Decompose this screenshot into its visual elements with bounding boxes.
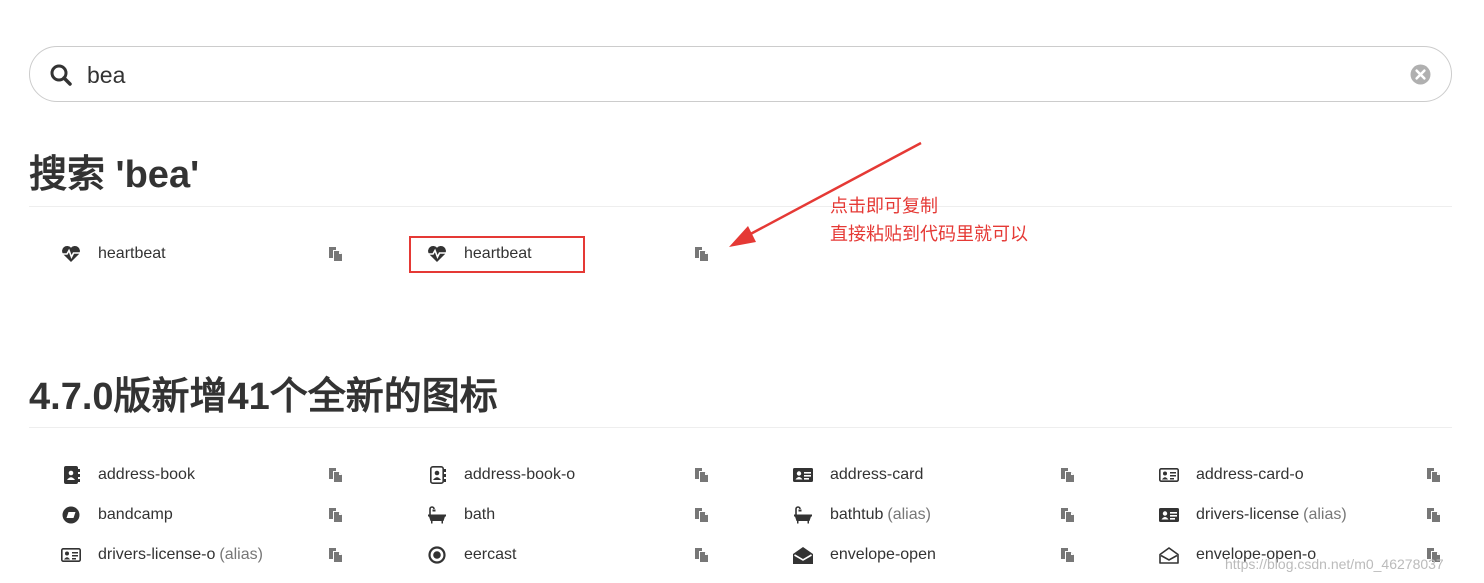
envelope-open-icon — [793, 546, 813, 564]
copy-icon[interactable] — [328, 507, 344, 523]
icon-name: drivers-license (alias) — [1196, 506, 1347, 524]
icon-name-text: drivers-license-o — [98, 546, 216, 563]
copy-icon[interactable] — [1060, 507, 1076, 523]
icon-name-text: bathtub — [830, 506, 884, 523]
alias-label: (alias) — [1303, 506, 1347, 523]
copy-icon[interactable] — [1060, 547, 1076, 563]
icon-entry-address-book[interactable]: address-book — [29, 455, 394, 495]
bandcamp-icon — [61, 506, 81, 524]
drivers-license-o-icon — [61, 546, 81, 564]
copy-icon[interactable] — [328, 467, 344, 483]
bath-icon — [427, 506, 447, 524]
copy-icon[interactable] — [1426, 507, 1442, 523]
icon-name: bath — [464, 506, 496, 523]
icon-entry-bath[interactable]: bath — [395, 495, 760, 535]
icon-entry-address-book-o[interactable]: address-book-o — [395, 455, 760, 495]
icon-name: address-book — [98, 466, 195, 483]
icon-name-text: drivers-license — [1196, 506, 1300, 523]
copy-icon[interactable] — [1426, 467, 1442, 483]
icon-entry-drivers-license[interactable]: drivers-license (alias) — [1127, 495, 1484, 535]
envelope-open-o-icon — [1159, 546, 1179, 564]
bathtub-icon — [793, 506, 813, 524]
divider — [29, 427, 1452, 428]
copy-icon[interactable] — [1060, 467, 1076, 483]
new-icons-title: 4.7.0版新增41个全新的图标 — [29, 376, 498, 418]
icon-entry-address-card[interactable]: address-card — [761, 455, 1126, 495]
annotation-text: 点击即可复制 直接粘贴到代码里就可以 — [830, 193, 1028, 249]
icon-name: address-card — [830, 466, 924, 483]
watermark: https://blog.csdn.net/m0_46278037 — [1225, 556, 1444, 572]
address-book-icon — [61, 466, 81, 484]
alias-label: (alias) — [219, 546, 263, 563]
icon-entry-bandcamp[interactable]: bandcamp — [29, 495, 394, 535]
icon-name: bathtub (alias) — [830, 506, 931, 524]
drivers-license-icon — [1159, 506, 1179, 524]
icon-name: drivers-license-o (alias) — [98, 546, 263, 564]
copy-icon[interactable] — [694, 547, 710, 563]
icon-entry-envelope-open[interactable]: envelope-open — [761, 535, 1126, 575]
icon-row: bandcamp bath bathtub (alias) drivers-li… — [0, 495, 1484, 535]
icon-entry-address-card-o[interactable]: address-card-o — [1127, 455, 1484, 495]
annotation-line-2: 直接粘贴到代码里就可以 — [830, 224, 1028, 245]
icon-name: envelope-open — [830, 546, 936, 563]
alias-label: (alias) — [887, 506, 931, 523]
copy-icon[interactable] — [328, 547, 344, 563]
icon-entry-bathtub[interactable]: bathtub (alias) — [761, 495, 1126, 535]
address-card-o-icon — [1159, 466, 1179, 484]
icon-entry-drivers-license-o[interactable]: drivers-license-o (alias) — [29, 535, 394, 575]
icon-entry-eercast[interactable]: eercast — [395, 535, 760, 575]
icon-name: address-card-o — [1196, 466, 1304, 483]
copy-icon[interactable] — [694, 507, 710, 523]
address-book-o-icon — [427, 466, 447, 484]
annotation-line-1: 点击即可复制 — [830, 196, 938, 217]
icon-name: bandcamp — [98, 506, 173, 523]
address-card-icon — [793, 466, 813, 484]
icon-name: address-book-o — [464, 466, 576, 483]
icon-name: eercast — [464, 546, 517, 563]
icon-row: address-book address-book-o address-card… — [0, 455, 1484, 495]
copy-icon[interactable] — [694, 467, 710, 483]
eercast-icon — [427, 546, 447, 564]
